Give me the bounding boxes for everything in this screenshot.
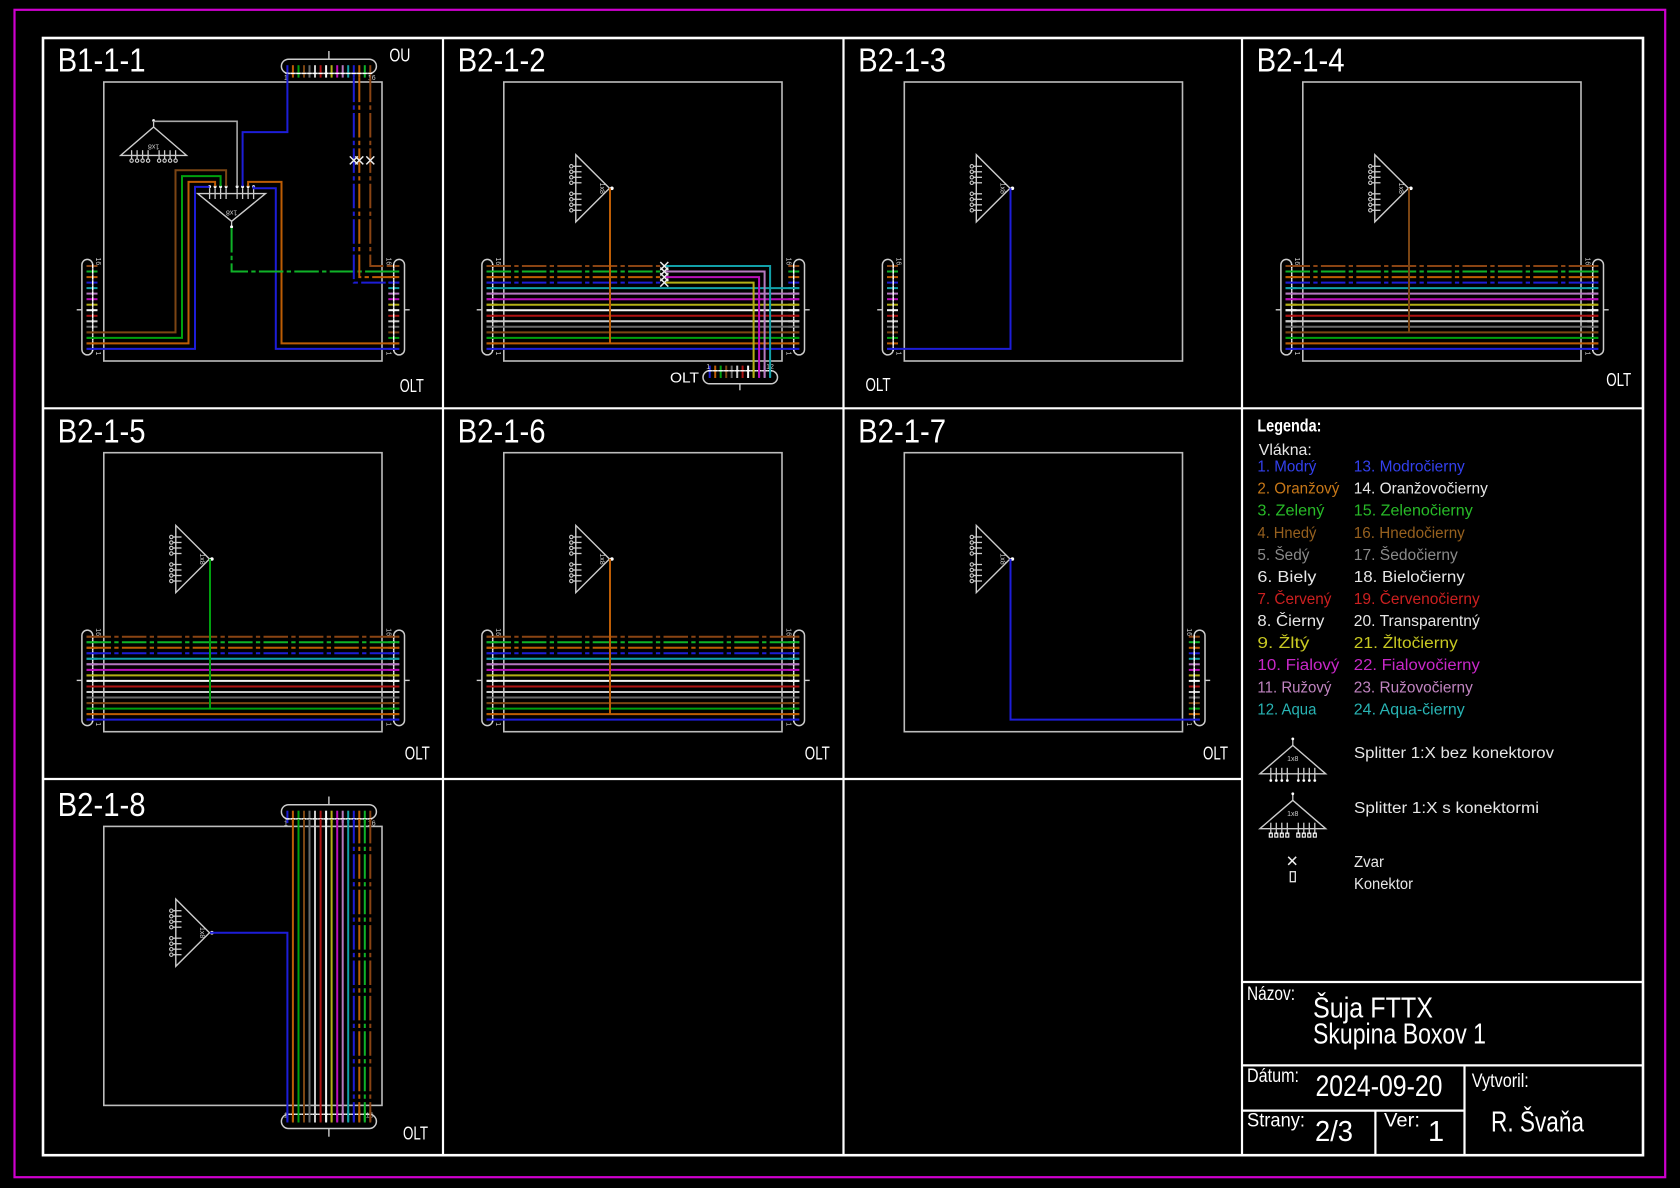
svg-text:4. Hnedý: 4. Hnedý [1257,525,1316,542]
svg-text:16: 16 [894,258,901,266]
svg-text:17. Šedočierny: 17. Šedočierny [1354,547,1458,564]
svg-text:15. Zelenočierny: 15. Zelenočierny [1354,503,1473,520]
svg-text:1: 1 [894,352,901,356]
svg-text:1: 1 [385,352,392,356]
svg-text:10. Fialový: 10. Fialový [1257,657,1339,674]
svg-text:1x8: 1x8 [999,183,1006,194]
svg-text:1: 1 [94,722,101,726]
svg-text:1x8: 1x8 [999,553,1006,564]
svg-text:OLT: OLT [403,1124,428,1144]
svg-text:1x8: 1x8 [226,208,237,215]
svg-text:8. Čierny: 8. Čierny [1257,613,1324,630]
svg-text:OLT: OLT [1203,744,1228,764]
svg-text:24. Aqua-čierny: 24. Aqua-čierny [1354,701,1465,718]
svg-text:B1-1-1: B1-1-1 [58,42,146,79]
svg-text:16: 16 [368,821,376,828]
svg-text:OLT: OLT [805,744,830,764]
svg-text:1: 1 [494,722,501,726]
svg-text:Dátum:: Dátum: [1247,1066,1299,1087]
svg-text:1: 1 [1185,722,1192,726]
svg-text:OLT: OLT [670,370,699,387]
svg-text:1: 1 [385,722,392,726]
svg-text:1: 1 [785,722,792,726]
svg-text:2/3: 2/3 [1315,1116,1353,1148]
svg-text:20. Transparentný: 20. Transparentný [1354,613,1480,630]
svg-text:1x8: 1x8 [198,927,205,938]
svg-text:16. Hnedočierny: 16. Hnedočierny [1354,525,1465,542]
svg-text:16: 16 [368,75,376,82]
svg-text:19. Červenočierny: 19. Červenočierny [1354,591,1480,608]
svg-text:16: 16 [1293,258,1300,266]
svg-text:13. Modročierny: 13. Modročierny [1354,459,1465,476]
svg-text:2024-09-20: 2024-09-20 [1316,1070,1443,1103]
svg-text:B2-1-6: B2-1-6 [458,412,546,449]
svg-text:23. Ružovočierny: 23. Ružovočierny [1354,679,1473,696]
svg-text:21. Žltočierny: 21. Žltočierny [1354,635,1458,652]
svg-text:Zvar: Zvar [1354,854,1384,871]
svg-text:16: 16 [1185,628,1192,636]
svg-text:14. Oranžovočierny: 14. Oranžovočierny [1354,481,1488,498]
svg-text:3. Zelený: 3. Zelený [1257,503,1324,520]
svg-text:Konektor: Konektor [1354,876,1413,893]
svg-text:OLT: OLT [866,375,891,395]
svg-text:1x8: 1x8 [1397,183,1404,194]
svg-text:16: 16 [785,628,792,636]
svg-text:R. Švaňa: R. Švaňa [1491,1105,1585,1139]
svg-text:OLT: OLT [1606,370,1631,390]
svg-text:Ver:: Ver: [1384,1111,1420,1132]
svg-text:16: 16 [785,258,792,266]
svg-text:OLT: OLT [405,744,430,764]
svg-text:1: 1 [494,352,501,356]
svg-text:1. Modrý: 1. Modrý [1257,459,1316,476]
svg-text:1x8: 1x8 [598,553,605,564]
svg-text:1: 1 [94,352,101,356]
svg-text:Splitter 1:X s konektormi: Splitter 1:X s konektormi [1354,800,1539,817]
svg-text:B2-1-7: B2-1-7 [858,412,946,449]
svg-text:7. Červený: 7. Červený [1257,591,1331,608]
svg-text:OLT: OLT [400,376,424,396]
svg-text:B2-1-4: B2-1-4 [1257,42,1345,79]
svg-text:2. Oranžový: 2. Oranžový [1257,481,1339,498]
svg-text:B2-1-3: B2-1-3 [858,42,946,79]
svg-text:16: 16 [494,628,501,636]
svg-text:1: 1 [1584,352,1591,356]
svg-text:1x8: 1x8 [1287,811,1298,818]
svg-text:9. Žltý: 9. Žltý [1257,635,1309,652]
svg-text:16: 16 [94,628,101,636]
svg-text:OU: OU [389,45,410,65]
svg-text:1x8: 1x8 [1287,756,1298,763]
svg-text:B2-1-5: B2-1-5 [58,412,146,449]
svg-text:11. Ružový: 11. Ružový [1257,679,1331,696]
svg-text:1: 1 [1293,352,1300,356]
svg-text:16: 16 [1584,258,1591,266]
svg-text:Vlákna:: Vlákna: [1259,442,1312,459]
svg-text:12. Aqua: 12. Aqua [1257,701,1316,718]
svg-text:1x8: 1x8 [198,553,205,564]
svg-text:1: 1 [785,352,792,356]
svg-text:Splitter 1:X bez konektorov: Splitter 1:X bez konektorov [1354,745,1554,762]
svg-text:Legenda:: Legenda: [1257,416,1321,436]
svg-text:1: 1 [706,364,710,371]
svg-text:5. Šedý: 5. Šedý [1257,547,1309,564]
svg-text:16: 16 [494,258,501,266]
svg-text:Názov:: Názov: [1247,984,1295,1005]
svg-text:16: 16 [385,258,392,266]
svg-text:18. Bieločierny: 18. Bieločierny [1354,569,1465,586]
svg-text:1: 1 [284,821,288,828]
svg-text:6. Biely: 6. Biely [1257,569,1316,586]
svg-text:1x8: 1x8 [598,183,605,194]
svg-text:1x8: 1x8 [148,143,159,150]
svg-text:Vytvoril:: Vytvoril: [1472,1071,1529,1092]
svg-text:22. Fialovočierny: 22. Fialovočierny [1354,657,1480,674]
svg-text:16: 16 [94,258,101,266]
svg-text:B2-1-8: B2-1-8 [58,786,146,823]
svg-text:Skupina Boxov 1: Skupina Boxov 1 [1313,1019,1486,1051]
svg-text:16: 16 [385,628,392,636]
svg-text:1: 1 [1428,1116,1444,1148]
svg-text:B2-1-2: B2-1-2 [458,42,546,79]
svg-text:Strany:: Strany: [1247,1111,1305,1132]
